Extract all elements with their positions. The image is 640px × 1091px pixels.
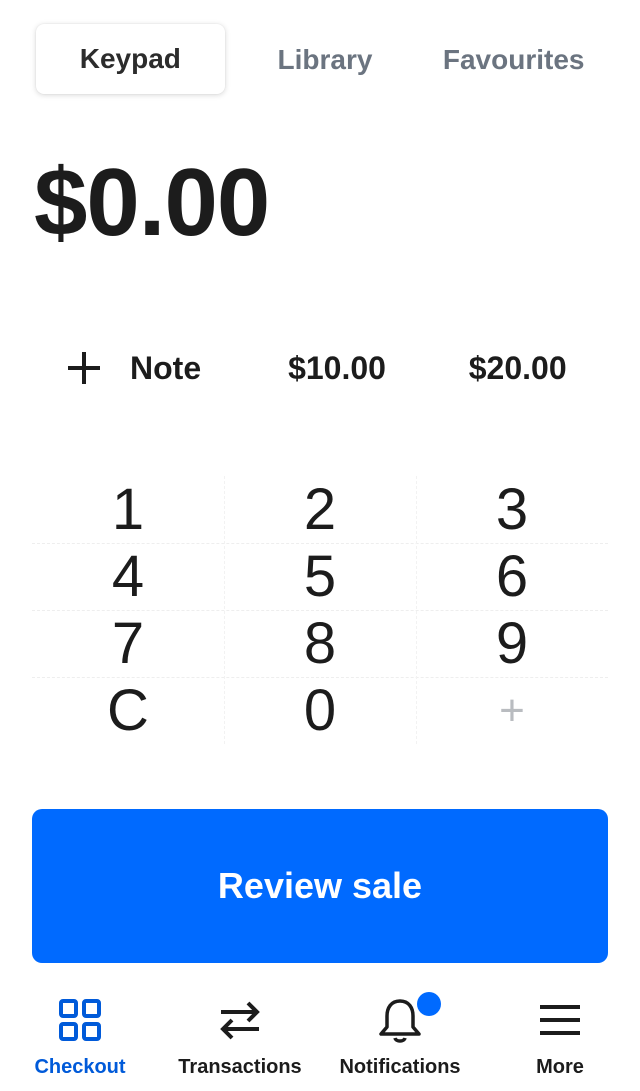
key-7[interactable]: 7 bbox=[32, 610, 224, 677]
quick-actions-row: Note $10.00 $20.00 bbox=[32, 330, 608, 406]
nav-label-checkout: Checkout bbox=[34, 1056, 126, 1078]
tab-keypad[interactable]: Keypad bbox=[36, 24, 225, 94]
amount-display: $0.00 bbox=[34, 149, 270, 256]
tab-library[interactable]: Library bbox=[231, 22, 420, 98]
add-note-button[interactable]: Note bbox=[32, 330, 247, 406]
nav-item-checkout[interactable]: Checkout bbox=[0, 990, 160, 1091]
keypad: 1 2 3 4 5 6 7 8 9 C 0 + bbox=[32, 476, 608, 744]
nav-item-more[interactable]: More bbox=[480, 990, 640, 1091]
plus-icon bbox=[66, 350, 102, 386]
key-5[interactable]: 5 bbox=[224, 543, 416, 610]
key-8[interactable]: 8 bbox=[224, 610, 416, 677]
notification-badge bbox=[417, 992, 441, 1016]
tab-bar: Keypad Library Favourites bbox=[32, 22, 608, 98]
tab-favourites[interactable]: Favourites bbox=[419, 22, 608, 98]
key-4[interactable]: 4 bbox=[32, 543, 224, 610]
key-3[interactable]: 3 bbox=[416, 476, 608, 543]
key-1[interactable]: 1 bbox=[32, 476, 224, 543]
nav-item-transactions[interactable]: Transactions bbox=[160, 990, 320, 1091]
preset-amount-20-button[interactable]: $20.00 bbox=[427, 330, 608, 406]
key-2[interactable]: 2 bbox=[224, 476, 416, 543]
nav-label-transactions: Transactions bbox=[178, 1056, 302, 1078]
menu-icon bbox=[539, 990, 581, 1050]
nav-item-notifications[interactable]: Notifications bbox=[320, 990, 480, 1091]
key-add-item[interactable]: + bbox=[416, 677, 608, 744]
bell-icon bbox=[377, 990, 441, 1050]
key-0[interactable]: 0 bbox=[224, 677, 416, 744]
nav-label-notifications: Notifications bbox=[339, 1056, 461, 1078]
key-6[interactable]: 6 bbox=[416, 543, 608, 610]
swap-arrows-icon bbox=[217, 990, 263, 1050]
review-sale-button[interactable]: Review sale bbox=[32, 809, 608, 963]
grid-icon bbox=[58, 990, 102, 1050]
bottom-navigation: Checkout Transactions Notifications More bbox=[0, 990, 640, 1091]
note-label: Note bbox=[130, 349, 202, 386]
nav-label-more: More bbox=[536, 1056, 584, 1078]
preset-amount-10-button[interactable]: $10.00 bbox=[247, 330, 428, 406]
key-9[interactable]: 9 bbox=[416, 610, 608, 677]
key-clear[interactable]: C bbox=[32, 677, 224, 744]
